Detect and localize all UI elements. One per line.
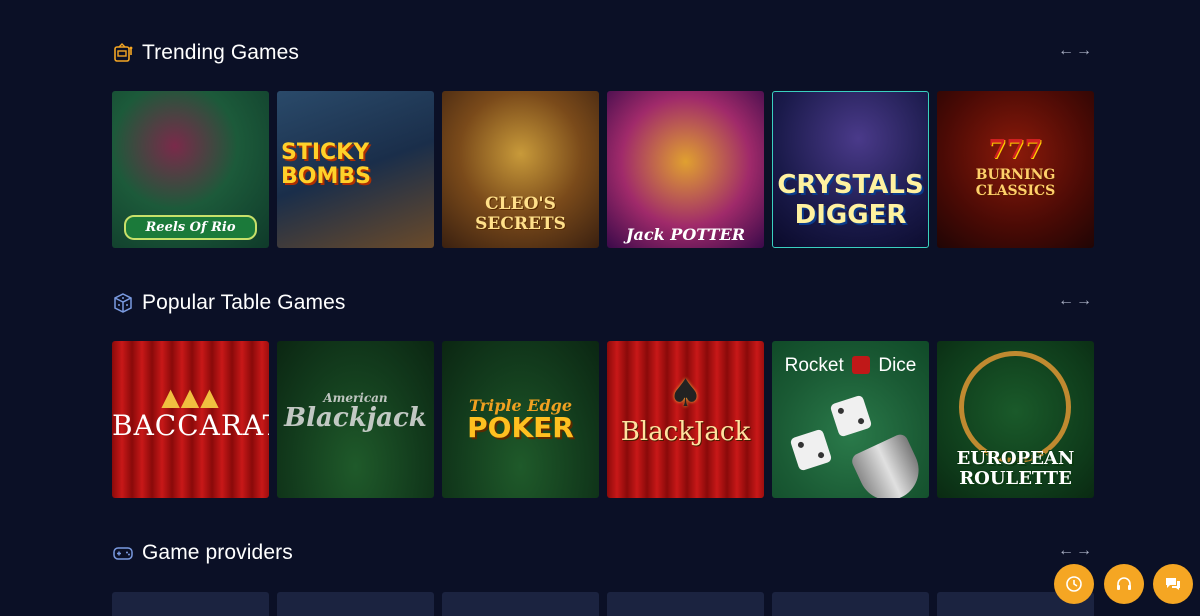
game-title-part-1: Rocket: [784, 355, 844, 376]
game-tile-sticky-bombs[interactable]: STICKY BOMBS: [277, 91, 434, 248]
die-icon: [789, 428, 833, 472]
game-title: Rocket Dice: [772, 355, 929, 377]
gamepad-icon: [113, 547, 133, 560]
game-title: Jack POTTER: [625, 225, 746, 244]
game-title: BlackJack: [620, 417, 751, 447]
game-providers-section: Game providers ← →: [112, 538, 1094, 616]
game-tile-jack-potter[interactable]: Jack POTTER: [607, 91, 764, 248]
chat-button[interactable]: [1153, 564, 1193, 604]
game-title: POKER: [467, 411, 574, 444]
game-title: EUROPEAN ROULETTE: [956, 448, 1075, 489]
arrow-right-icon[interactable]: →: [1076, 43, 1092, 59]
game-tile-baccarat[interactable]: ▲▲▲ BACCARAT: [112, 341, 269, 498]
clock-icon: [1066, 576, 1082, 592]
dice-cube-icon: [114, 293, 132, 313]
game-title: Blackjack: [284, 403, 427, 433]
game-title: CLEO'S SECRETS: [475, 194, 566, 234]
game-tile-cleos-secrets[interactable]: CLEO'S SECRETS: [442, 91, 599, 248]
game-title: CRYSTALS DIGGER: [777, 170, 924, 230]
provider-tile[interactable]: [442, 592, 599, 616]
die-icon: [829, 394, 873, 438]
provider-tile[interactable]: [772, 592, 929, 616]
spade-icon: ♠: [668, 371, 703, 415]
game-tile-american-blackjack[interactable]: American Blackjack: [277, 341, 434, 498]
section-header: Popular Table Games ← →: [112, 288, 1092, 318]
game-title-part-2: Dice: [878, 355, 917, 376]
game-tile-rocket-dice[interactable]: Rocket Dice: [772, 341, 929, 498]
domes-decoration: ▲▲▲: [161, 383, 220, 411]
arrow-right-icon[interactable]: →: [1076, 543, 1092, 559]
dice-logo-icon: [852, 356, 871, 374]
slot-machine-icon: [114, 43, 133, 62]
table-games-section: Popular Table Games ← → ▲▲▲ BACCARAT Ame…: [112, 288, 1094, 498]
support-button[interactable]: [1104, 564, 1144, 604]
game-tile-blackjack[interactable]: ♠ BlackJack: [607, 341, 764, 498]
section-title: Game providers: [142, 541, 293, 564]
trending-games-row: Reels Of Rio STICKY BOMBS CLEO'S SECRETS…: [112, 91, 1094, 248]
game-tile-burning-classics[interactable]: 777 BURNING CLASSICS: [937, 91, 1094, 248]
history-button[interactable]: [1054, 564, 1094, 604]
chat-icon: [1166, 578, 1180, 590]
game-tile-crystals-digger[interactable]: CRYSTALS DIGGER: [772, 91, 929, 248]
game-tile-reels-of-rio[interactable]: Reels Of Rio: [112, 91, 269, 248]
sevens-logo: 777: [988, 135, 1043, 165]
arrow-right-icon[interactable]: →: [1076, 293, 1092, 309]
roulette-wheel-icon: [959, 351, 1071, 463]
section-header: Game providers ← →: [112, 538, 1092, 568]
arrow-left-icon[interactable]: ←: [1058, 293, 1074, 309]
dice-cup-icon: [849, 432, 929, 498]
table-games-row: ▲▲▲ BACCARAT American Blackjack Triple E…: [112, 341, 1094, 498]
provider-tile[interactable]: [277, 592, 434, 616]
game-tile-european-roulette[interactable]: EUROPEAN ROULETTE: [937, 341, 1094, 498]
game-title: Reels Of Rio: [124, 215, 257, 240]
game-title: STICKY BOMBS: [281, 140, 371, 189]
carousel-arrows: ← →: [1058, 293, 1092, 309]
arrow-left-icon[interactable]: ←: [1058, 543, 1074, 559]
section-title: Trending Games: [142, 41, 300, 64]
carousel-arrows: ← →: [1058, 43, 1092, 59]
game-tile-triple-edge-poker[interactable]: Triple Edge POKER: [442, 341, 599, 498]
provider-tile[interactable]: [112, 592, 269, 616]
headset-icon: [1117, 577, 1131, 590]
game-title: BURNING CLASSICS: [975, 167, 1056, 199]
arrow-left-icon[interactable]: ←: [1058, 43, 1074, 59]
carousel-arrows: ← →: [1058, 543, 1092, 559]
trending-games-section: Trending Games ← → Reels Of Rio STICKY B…: [112, 38, 1094, 248]
section-header: Trending Games ← →: [112, 38, 1092, 68]
provider-tile[interactable]: [607, 592, 764, 616]
providers-row: [112, 592, 1094, 616]
game-title: BACCARAT: [112, 409, 269, 442]
section-title: Popular Table Games: [142, 291, 346, 314]
